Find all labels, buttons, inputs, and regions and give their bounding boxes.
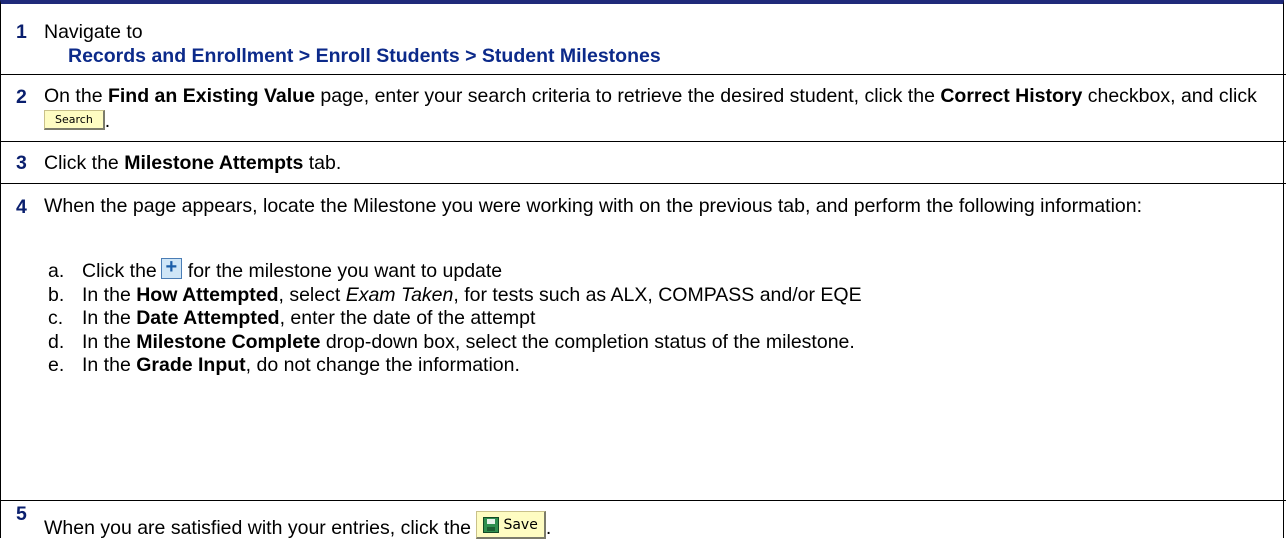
step-number: 4 bbox=[16, 196, 27, 218]
list-item: d. In the Milestone Complete drop-down b… bbox=[44, 331, 1277, 355]
list-item: b. In the How Attempted, select Exam Tak… bbox=[44, 284, 1277, 308]
navigation-path: Records and Enrollment > Enroll Students… bbox=[68, 45, 661, 67]
field-name: Grade Input bbox=[136, 354, 246, 376]
list-letter: e. bbox=[48, 354, 65, 376]
option-name: Exam Taken bbox=[345, 283, 454, 306]
step-text: . bbox=[545, 517, 552, 540]
list-item: e. In the Grade Input, do not change the… bbox=[44, 354, 1277, 378]
step-number: 5 bbox=[16, 503, 27, 525]
step-text: In the bbox=[82, 354, 137, 376]
save-button[interactable]: Save bbox=[476, 511, 546, 539]
step-row-3: 3 Click the Milestone Attempts tab. bbox=[1, 142, 1286, 184]
field-name: Date Attempted bbox=[136, 307, 280, 329]
step-row-1: 1 Navigate to Records and Enrollment > E… bbox=[1, 4, 1286, 75]
tab-name: Milestone Attempts bbox=[124, 152, 304, 174]
step-text: page, enter your search criteria to retr… bbox=[314, 85, 941, 107]
step-text: checkbox, and click bbox=[1082, 85, 1257, 107]
step-number: 3 bbox=[16, 152, 27, 174]
step-text: Click the bbox=[82, 260, 157, 282]
step-text: On the bbox=[44, 85, 108, 107]
step-text: Navigate to bbox=[44, 21, 143, 43]
step-text: Click the bbox=[44, 152, 125, 174]
save-button-label: Save bbox=[503, 516, 538, 533]
step-text: , enter the date of the attempt bbox=[279, 307, 536, 329]
step-text: When you are satisfied with your entries… bbox=[44, 517, 477, 540]
search-button[interactable]: Search bbox=[44, 109, 105, 130]
step-text: tab. bbox=[303, 152, 342, 174]
step-text: In the bbox=[82, 283, 137, 306]
step-number: 2 bbox=[16, 86, 27, 108]
field-name: Milestone Complete bbox=[136, 330, 321, 353]
step-number: 1 bbox=[16, 21, 27, 43]
field-name: How Attempted bbox=[136, 283, 279, 306]
step-intro: When the page appears, locate the Milest… bbox=[44, 195, 1143, 217]
step-row-5: 5 When you are satisfied with your entri… bbox=[1, 501, 1286, 542]
step-text: for the milestone you want to update bbox=[187, 260, 503, 282]
step-text: , do not change the information. bbox=[245, 354, 520, 376]
step-row-2: 2 On the Find an Existing Value page, en… bbox=[1, 75, 1286, 142]
list-letter: d. bbox=[48, 330, 65, 353]
save-disk-icon bbox=[483, 516, 500, 533]
step-text: drop-down box, select the completion sta… bbox=[320, 330, 855, 353]
list-letter: c. bbox=[48, 307, 64, 329]
step-text: In the bbox=[82, 307, 137, 329]
list-item: a. Click the + for the milestone you want … bbox=[44, 257, 1277, 284]
list-item: c. In the Date Attempted, enter the date… bbox=[44, 307, 1277, 331]
step-text: , select bbox=[278, 283, 346, 306]
list-letter: b. bbox=[48, 283, 65, 306]
instruction-table: 1 Navigate to Records and Enrollment > E… bbox=[0, 0, 1286, 539]
step-row-4: 4 When the page appears, locate the Mile… bbox=[1, 184, 1286, 501]
plus-icon[interactable]: + bbox=[160, 257, 182, 280]
field-name: Correct History bbox=[940, 85, 1083, 107]
page-name: Find an Existing Value bbox=[107, 85, 315, 107]
step-text: In the bbox=[82, 330, 137, 353]
sub-step-list: a. Click the + for the milestone you want … bbox=[44, 257, 1277, 378]
step-text: . bbox=[104, 110, 111, 132]
step-text: , for tests such as ALX, COMPASS and/or … bbox=[453, 283, 862, 306]
list-letter: a. bbox=[48, 260, 65, 282]
